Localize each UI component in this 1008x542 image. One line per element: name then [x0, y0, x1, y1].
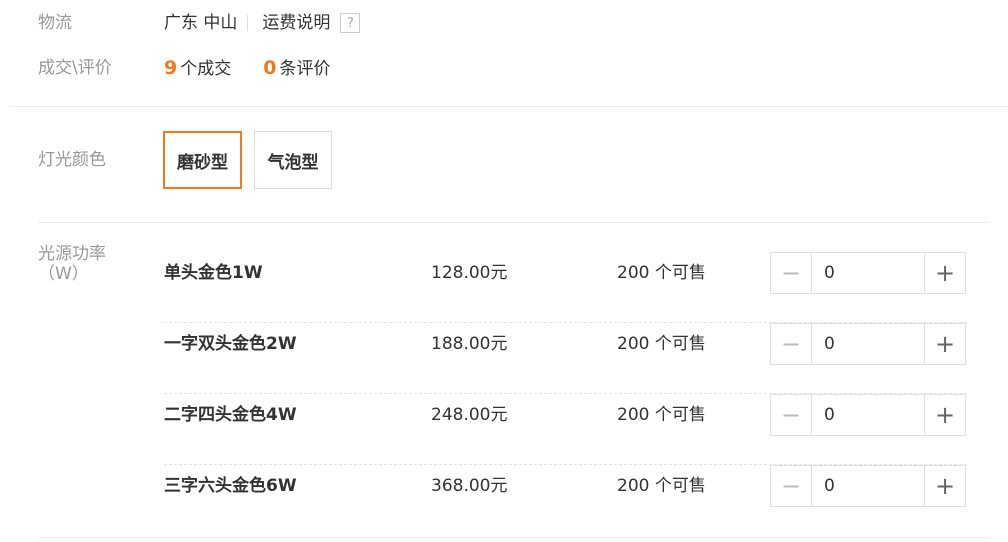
review-count: 0: [263, 57, 277, 79]
sku-name: 单头金色1W: [164, 263, 263, 283]
quantity-stepper: − +: [770, 465, 966, 507]
section-divider: [10, 106, 1008, 107]
sku-row: 三字六头金色6W 368.00元 200 个可售 − +: [164, 465, 967, 536]
quantity-stepper: − +: [770, 252, 966, 294]
increment-button[interactable]: +: [924, 324, 965, 364]
sku-stock: 200 个可售: [617, 334, 706, 354]
decrement-button[interactable]: −: [771, 253, 812, 293]
decrement-button[interactable]: −: [771, 395, 812, 435]
color-option-frosted[interactable]: 磨砂型: [163, 131, 242, 189]
sku-stock: 200 个可售: [617, 263, 706, 283]
power-label-line2: （W）: [38, 264, 89, 284]
shipping-fee-link[interactable]: 运费说明: [262, 12, 330, 34]
quantity-input[interactable]: [812, 395, 924, 435]
sku-price: 248.00元: [431, 405, 508, 425]
color-option-bubble[interactable]: 气泡型: [254, 131, 332, 189]
sku-row: 二字四头金色4W 248.00元 200 个可售 − +: [164, 394, 967, 465]
sku-stock: 200 个可售: [617, 405, 706, 425]
decrement-button[interactable]: −: [771, 324, 812, 364]
help-icon[interactable]: ?: [340, 13, 361, 33]
sku-name: 一字双头金色2W: [164, 334, 297, 354]
deals-label: 成交\评价: [38, 58, 112, 78]
increment-button[interactable]: +: [924, 466, 965, 506]
bottom-divider: [38, 537, 990, 538]
review-count-group[interactable]: 0 条评价: [263, 57, 330, 80]
sku-row: 单头金色1W 128.00元 200 个可售 − +: [164, 252, 967, 323]
quantity-stepper: − +: [770, 323, 966, 365]
shipping-info: 广东 中山 运费说明 ?: [164, 12, 361, 34]
increment-button[interactable]: +: [924, 395, 965, 435]
deal-count: 9: [164, 57, 178, 79]
sku-stock: 200 个可售: [617, 476, 706, 496]
quantity-stepper: − +: [770, 394, 966, 436]
options-divider: [38, 222, 990, 223]
deal-count-group[interactable]: 9 个成交: [164, 57, 231, 80]
quantity-input[interactable]: [812, 324, 924, 364]
sku-name: 二字四头金色4W: [164, 405, 297, 425]
power-label: 光源功率 （W）: [38, 244, 106, 284]
review-unit: 条评价: [279, 59, 331, 79]
sku-row: 一字双头金色2W 188.00元 200 个可售 − +: [164, 323, 967, 394]
sku-price: 368.00元: [431, 476, 508, 496]
deal-unit: 个成交: [180, 59, 232, 79]
shipping-origin: 广东 中山: [164, 13, 238, 33]
sku-name: 三字六头金色6W: [164, 476, 297, 496]
decrement-button[interactable]: −: [771, 466, 812, 506]
shipping-label: 物流: [38, 13, 72, 33]
deal-stats: 9 个成交 0 条评价: [164, 57, 330, 80]
sku-price: 128.00元: [431, 263, 508, 283]
quantity-input[interactable]: [812, 466, 924, 506]
sku-price: 188.00元: [431, 334, 508, 354]
quantity-input[interactable]: [812, 253, 924, 293]
shipping-separator: [247, 15, 249, 31]
light-color-label: 灯光颜色: [38, 150, 106, 170]
power-label-line1: 光源功率: [38, 244, 106, 264]
increment-button[interactable]: +: [924, 253, 965, 293]
